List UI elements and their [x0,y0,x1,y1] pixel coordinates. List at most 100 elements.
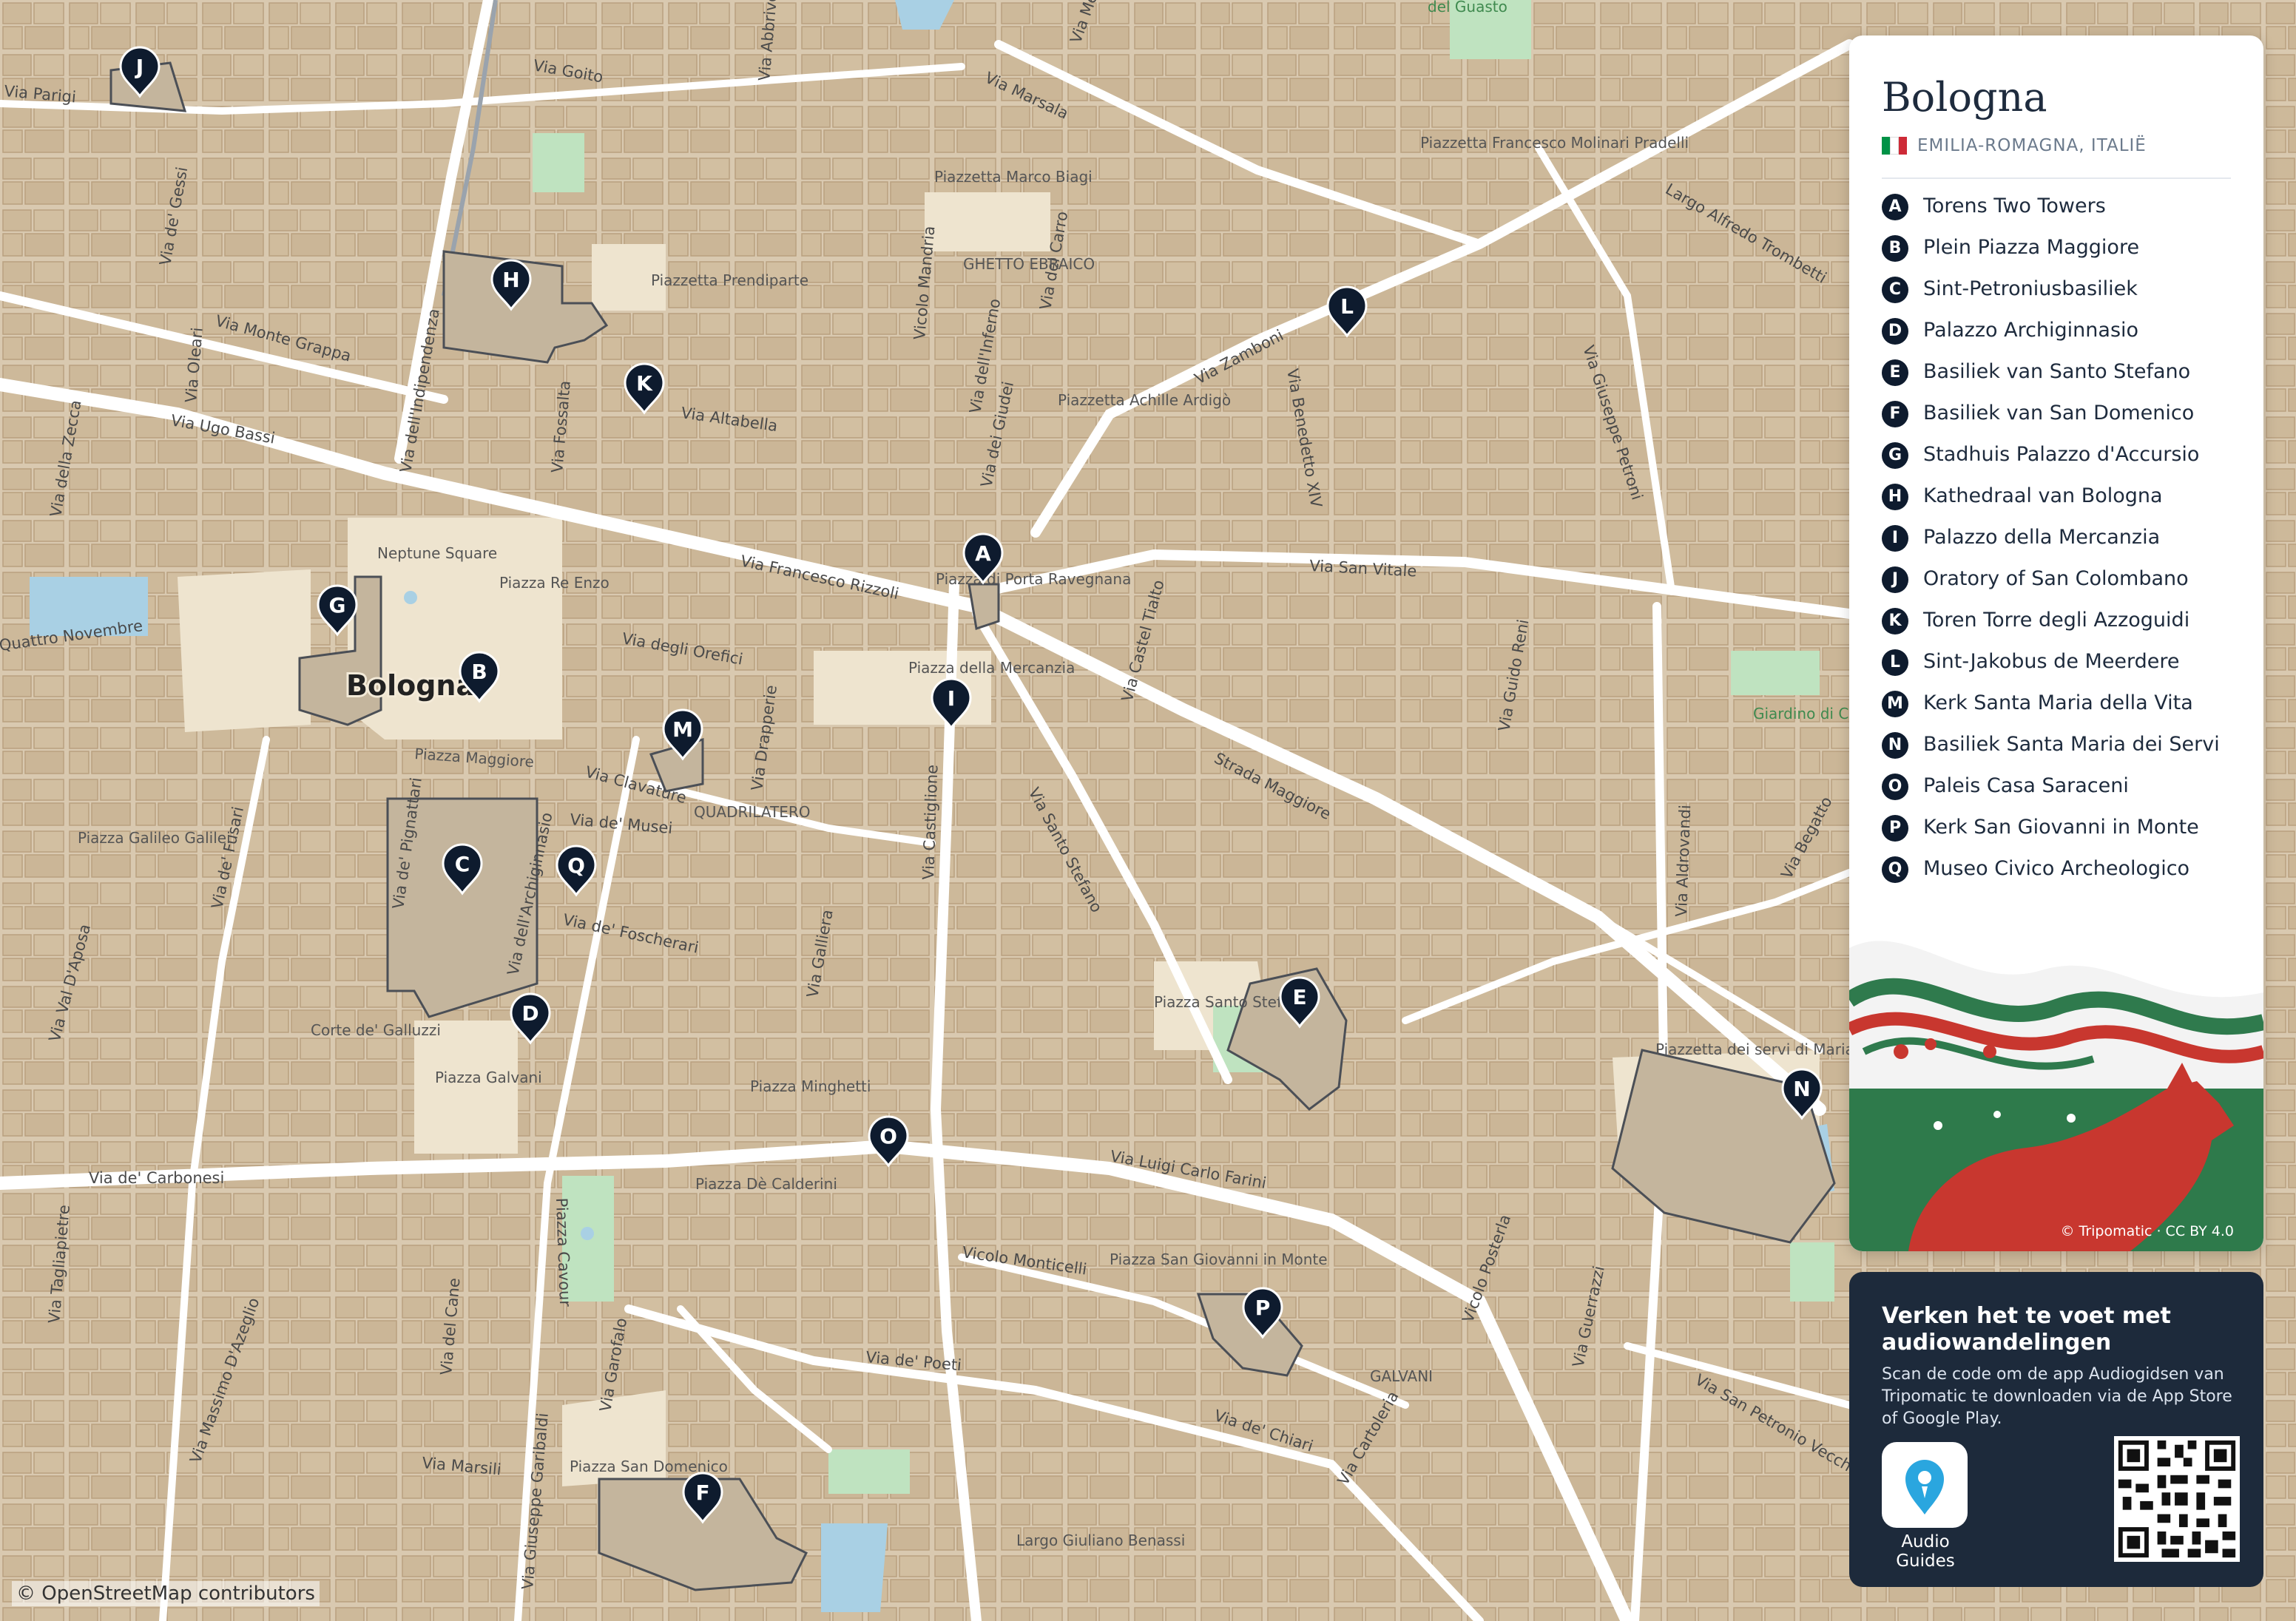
poi-name: Paleis Casa Saraceni [1923,774,2129,797]
street-label: Via de' Carbonesi [89,1169,224,1187]
place-label: del Guasto [1428,0,1507,16]
place-label: Piazzetta dei servi di Maria [1655,1040,1854,1058]
poi-name: Basiliek Santa Maria dei Servi [1923,733,2220,756]
poi-letter-badge: B [1882,235,1908,262]
qr-code-icon [2114,1436,2240,1562]
poi-item[interactable]: H Kathedraal van Bologna [1882,484,2244,510]
place-label: GALVANI [1370,1367,1433,1385]
poi-item[interactable]: E Basiliek van Santo Stefano [1882,359,2244,386]
place-label: Largo Giuliano Benassi [1016,1532,1185,1549]
promo-description: Scan de code om de app Audiogidsen van T… [1882,1365,2232,1428]
marker-letter: Q [567,853,585,878]
poi-item[interactable]: N Basiliek Santa Maria dei Servi [1882,732,2244,759]
region-label: EMILIA-ROMAGNA, ITALIË [1917,136,2147,155]
poi-letter-badge: K [1882,608,1908,634]
marker-letter: P [1255,1296,1271,1320]
marker-letter: F [695,1480,709,1505]
poi-name: Plein Piazza Maggiore [1923,236,2140,259]
poi-name: Sint-Petroniusbasiliek [1923,277,2138,300]
art-credit: © Tripomatic · CC BY 4.0 [2060,1223,2234,1239]
place-label: Neptune Square [377,544,497,562]
poi-letter-badge: N [1882,732,1908,759]
place-label: Piazzetta Marco Biagi [934,168,1093,186]
marker-letter: N [1793,1077,1810,1101]
poi-name: Stadhuis Palazzo d'Accursio [1923,443,2200,466]
place-label: QUADRILATERO [694,803,810,821]
poi-item[interactable]: F Basiliek van San Domenico [1882,401,2244,427]
poi-name: Kathedraal van Bologna [1923,484,2163,507]
poi-name: Museo Civico Archeologico [1923,857,2190,880]
marker-letter: A [975,541,991,566]
audio-guides-app-icon[interactable] [1882,1442,1968,1528]
poi-name: Palazzo Archiginnasio [1923,319,2139,342]
poi-list: A Torens Two Towers B Plein Piazza Maggior… [1882,194,2244,898]
map-attribution: © OpenStreetMap contributors [12,1581,320,1606]
marker-letter: K [636,371,653,396]
marker-letter: O [879,1124,897,1148]
place-label: Piazza Re Enzo [499,574,610,592]
poi-item[interactable]: I Palazzo della Mercanzia [1882,525,2244,552]
marker-letter: E [1292,985,1306,1009]
poi-item[interactable]: P Kerk San Giovanni in Monte [1882,815,2244,842]
poi-letter-badge: I [1882,525,1908,552]
poi-letter-badge: M [1882,691,1908,717]
poi-item[interactable]: J Oratory of San Colombano [1882,566,2244,593]
poi-item[interactable]: A Torens Two Towers [1882,194,2244,220]
marker-letter: J [135,55,144,79]
audio-guide-promo: Verken het te voet met audiowandelingen … [1849,1272,2263,1587]
poi-name: Toren Torre degli Azzoguidi [1923,609,2190,632]
place-label: Corte de' Galluzzi [311,1021,441,1039]
place-label: Piazza San Giovanni in Monte [1110,1251,1328,1268]
poi-name: Basiliek van Santo Stefano [1923,360,2191,383]
city-label: Bologna [346,669,475,702]
poi-letter-badge: C [1882,277,1908,303]
place-label: Piazzetta Prendiparte [651,271,808,289]
place-label: Piazza Galvani [435,1069,542,1086]
place-label: Piazza Minghetti [750,1077,871,1095]
poi-letter-badge: P [1882,815,1908,842]
poi-name: Palazzo della Mercanzia [1923,526,2161,549]
place-label: Piazzetta Achille Ardigò [1058,391,1231,409]
poi-letter-badge: Q [1882,856,1908,883]
poi-name: Basiliek van San Domenico [1923,402,2195,424]
place-label: Piazza della Mercanzia [908,659,1075,677]
poi-name: Sint-Jakobus de Meerdere [1923,650,2180,673]
poi-name: Torens Two Towers [1923,194,2106,217]
marker-letter: M [672,717,693,742]
marker-letter: D [521,1001,538,1026]
poi-letter-badge: O [1882,774,1908,800]
poi-item[interactable]: K Toren Torre degli Azzoguidi [1882,608,2244,634]
place-label: Piazzetta Francesco Molinari Pradelli [1420,134,1689,152]
poi-letter-badge: F [1882,401,1908,427]
panel-title: Bologna [1882,74,2047,121]
marker-letter: L [1340,294,1354,319]
poi-item[interactable]: O Paleis Casa Saraceni [1882,774,2244,800]
marker-letter: B [471,660,487,684]
place-label: Piazza di Porta Ravegnana [936,570,1131,588]
poi-letter-badge: G [1882,442,1908,469]
poi-letter-badge: L [1882,649,1908,676]
poi-item[interactable]: D Palazzo Archiginnasio [1882,318,2244,345]
poi-item[interactable]: Q Museo Civico Archeologico [1882,856,2244,883]
poi-letter-badge: J [1882,566,1908,593]
app-label: Audio Guides [1896,1532,1955,1571]
place-label: Piazza Dè Calderini [695,1175,837,1193]
qr-code[interactable] [2114,1436,2240,1562]
poi-item[interactable]: C Sint-Petroniusbasiliek [1882,277,2244,303]
place-label: Piazza Galileo Galilei [78,829,231,847]
poi-letter-badge: E [1882,359,1908,386]
poi-item[interactable]: B Plein Piazza Maggiore [1882,235,2244,262]
poi-letter-badge: D [1882,318,1908,345]
marker-letter: I [948,686,955,711]
poi-item[interactable]: L Sint-Jakobus de Meerdere [1882,649,2244,676]
panel-subtitle: EMILIA-ROMAGNA, ITALIË [1882,136,2147,155]
poi-letter-badge: A [1882,194,1908,220]
italy-flag-icon [1882,137,1907,155]
legend-panel: Bologna EMILIA-ROMAGNA, ITALIË A Torens T… [1849,35,2263,1251]
decorative-illustration [1849,904,2263,1251]
poi-name: Kerk Santa Maria della Vita [1923,691,2193,714]
poi-name: Oratory of San Colombano [1923,567,2189,590]
promo-title: Verken het te voet met audiowandelingen [1882,1303,2171,1356]
poi-item[interactable]: G Stadhuis Palazzo d'Accursio [1882,442,2244,469]
poi-item[interactable]: M Kerk Santa Maria della Vita [1882,691,2244,717]
